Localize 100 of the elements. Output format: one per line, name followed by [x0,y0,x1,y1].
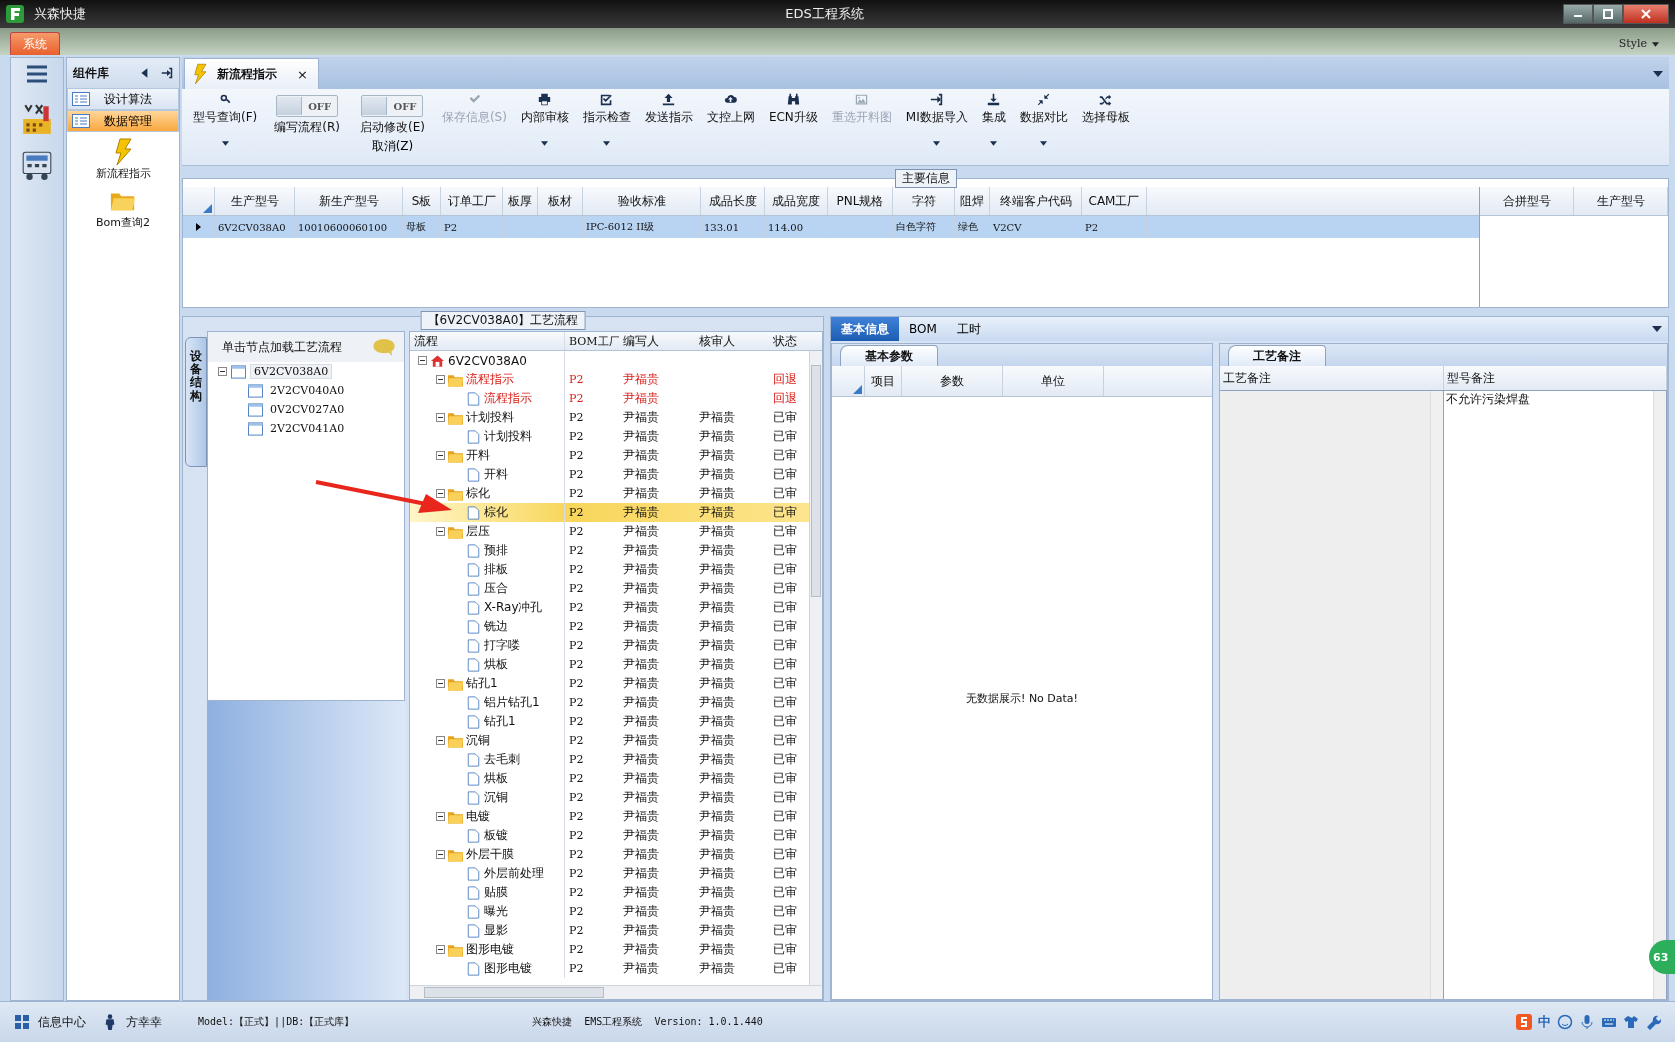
input-mode-indicator[interactable]: 中 [1538,1013,1551,1031]
tree-node[interactable]: 2V2CV040A0 [267,384,348,397]
tree-row[interactable]: 计划投料 P2 尹福贵 尹福贵 已审 [410,427,810,446]
tree-node[interactable]: 0V2CV027A0 [267,403,348,416]
column-header[interactable]: 合拼型号 [1480,187,1574,215]
table-row[interactable]: 6V2CV038A0 10010600060100 母板 P2 IPC-6012 II级 133.01 114.00 白色字符 绿色 V2CV P2 [183,216,1479,238]
toolbar-button[interactable]: 文控上网 [699,89,762,130]
tree-row[interactable]: 烘板 P2 尹福贵 尹福贵 已审 [410,769,810,788]
menu-icon[interactable] [25,64,49,84]
detail-tab[interactable]: BOM [899,317,947,341]
column-header[interactable]: 成品宽度 [765,187,828,215]
tree-node[interactable]: 6V2CV038A0 [250,364,333,379]
vertical-tab[interactable]: 设备结构 [185,337,207,467]
tree-row[interactable]: 沉铜 P2 尹福贵 尹福贵 已审 [410,788,810,807]
sign-in-icon[interactable] [161,67,173,79]
tree-row[interactable]: 计划投料 P2 尹福贵 尹福贵 已审 [410,408,810,427]
tree-row[interactable]: X-Ray冲孔 P2 尹福贵 尹福贵 已审 [410,598,810,617]
detail-tab[interactable]: 工时 [946,317,991,341]
column-header[interactable]: 板材 [538,187,583,215]
tree-row[interactable]: 去毛刺 P2 尹福贵 尹福贵 已审 [410,750,810,769]
tree-row[interactable]: 流程指示 P2 尹福贵 回退 [410,370,810,389]
tree-row[interactable]: 电镀 P2 尹福贵 尹福贵 已审 [410,807,810,826]
toolbar-button[interactable]: 内部审核 [513,89,576,150]
column-header[interactable]: 工艺备注 [1220,366,1444,390]
toolbar-button[interactable]: MI数据导入 [898,89,975,150]
tree-row[interactable]: 层压 P2 尹福贵 尹福贵 已审 [410,522,810,541]
collapse-toggle-icon[interactable] [418,356,427,365]
tree-row[interactable]: 棕化 P2 尹福贵 尹福贵 已审 [410,503,810,522]
column-header[interactable]: S板 [403,187,441,215]
dropdown-caret-icon[interactable] [1653,71,1663,77]
collapse-toggle-icon[interactable] [436,413,445,422]
column-header[interactable]: 生产型号 [215,187,295,215]
horizontal-scrollbar[interactable] [410,985,822,999]
column-header[interactable]: 生产型号 [1574,187,1668,215]
shirt-icon[interactable] [1623,1014,1639,1030]
maximize-button[interactable] [1593,4,1623,24]
column-header[interactable]: 型号备注 [1443,366,1667,390]
shortcut-label[interactable]: 新流程指示 [95,166,151,181]
toggle-switch[interactable]: OFF [276,95,339,117]
tree-row[interactable]: 图形电镀 P2 尹福贵 尹福贵 已审 [410,959,810,978]
close-button[interactable] [1623,4,1669,24]
collapse-toggle-icon[interactable] [218,367,227,376]
column-header[interactable]: 成品长度 [701,187,765,215]
tree-row[interactable]: 6V2CV038A0 [410,351,810,370]
style-menu[interactable]: Style [1612,36,1665,51]
column-header[interactable]: 流程 [410,332,565,350]
tree-row[interactable]: 铝片钻孔1 P2 尹福贵 尹福贵 已审 [410,693,810,712]
tree-row[interactable]: 钻孔1 P2 尹福贵 尹福贵 已审 [410,674,810,693]
collapse-toggle-icon[interactable] [436,527,445,536]
collapse-toggle-icon[interactable] [436,736,445,745]
collapse-toggle-icon[interactable] [436,451,445,460]
tree-row[interactable]: 打字喽 P2 尹福贵 尹福贵 已审 [410,636,810,655]
column-header[interactable]: 核审人 [695,332,769,350]
tree-row[interactable]: 开料 P2 尹福贵 尹福贵 已审 [410,446,810,465]
wrench-icon[interactable] [1645,1014,1661,1030]
toolbar-button[interactable]: 型号查询(F) [186,89,265,150]
collapse-toggle-icon[interactable] [436,489,445,498]
input-method-logo-icon[interactable] [1516,1014,1532,1030]
shortcut-label[interactable]: Bom查询2 [96,215,150,230]
column-header[interactable]: 终端客户代码 [990,187,1082,215]
column-header[interactable]: 订单工厂 [441,187,503,215]
column-header[interactable]: 板厚 [503,187,538,215]
column-header[interactable]: 编写人 [619,332,695,350]
factory-icon[interactable] [20,102,54,136]
column-header[interactable]: BOM工厂 [565,332,619,350]
column-header[interactable]: 字符 [893,187,955,215]
microphone-icon[interactable] [1579,1014,1595,1030]
column-header[interactable]: 阻焊 [955,187,990,215]
toolbar-button[interactable]: 指示检查 [575,89,638,150]
tree-row[interactable]: 铣边 P2 尹福贵 尹福贵 已审 [410,617,810,636]
dropdown-caret-icon[interactable] [1652,326,1662,332]
tree-row[interactable]: 开料 P2 尹福贵 尹福贵 已审 [410,465,810,484]
tree-row[interactable]: 沉铜 P2 尹福贵 尹福贵 已审 [410,731,810,750]
toolbar-button[interactable]: 发送指示 [637,89,700,130]
component-item[interactable]: 设计算法 [67,88,179,110]
detail-tab[interactable]: 基本信息 [831,317,899,341]
column-header[interactable]: 验收标准 [583,187,701,215]
tree-row[interactable]: 流程指示 P2 尹福贵 回退 [410,389,810,408]
toolbar-button[interactable]: 选择母板 [1074,89,1137,130]
panel-tab[interactable]: 工艺备注 [1228,345,1326,366]
tree-row[interactable]: 外层前处理 P2 尹福贵 尹福贵 已审 [410,864,810,883]
component-item[interactable]: 数据管理 [67,110,179,132]
tree-row[interactable]: 排板 P2 尹福贵 尹福贵 已审 [410,560,810,579]
column-header[interactable]: 状态 [769,332,809,350]
collapse-toggle-icon[interactable] [436,679,445,688]
column-header[interactable]: PNL规格 [828,187,893,215]
toggle-switch[interactable]: OFF [361,95,424,117]
minimize-button[interactable] [1563,4,1593,24]
column-header[interactable]: 新生产型号 [295,187,403,215]
tree-row[interactable]: 压合 P2 尹福贵 尹福贵 已审 [410,579,810,598]
tab-close-button[interactable]: × [297,66,308,82]
vertical-scrollbar[interactable] [1653,391,1666,999]
document-tab[interactable]: 新流程指示 × [184,58,319,89]
grid-icon[interactable] [14,1014,30,1030]
panel-tab[interactable]: 基本参数 [840,345,938,366]
column-header[interactable]: 参数 [902,366,1003,396]
toolbar-button[interactable]: ECN升级 [761,89,825,130]
toolbar-button[interactable]: 数据对比 [1012,89,1075,150]
collapse-toggle-icon[interactable] [436,945,445,954]
tree-row[interactable]: 图形电镀 P2 尹福贵 尹福贵 已审 [410,940,810,959]
